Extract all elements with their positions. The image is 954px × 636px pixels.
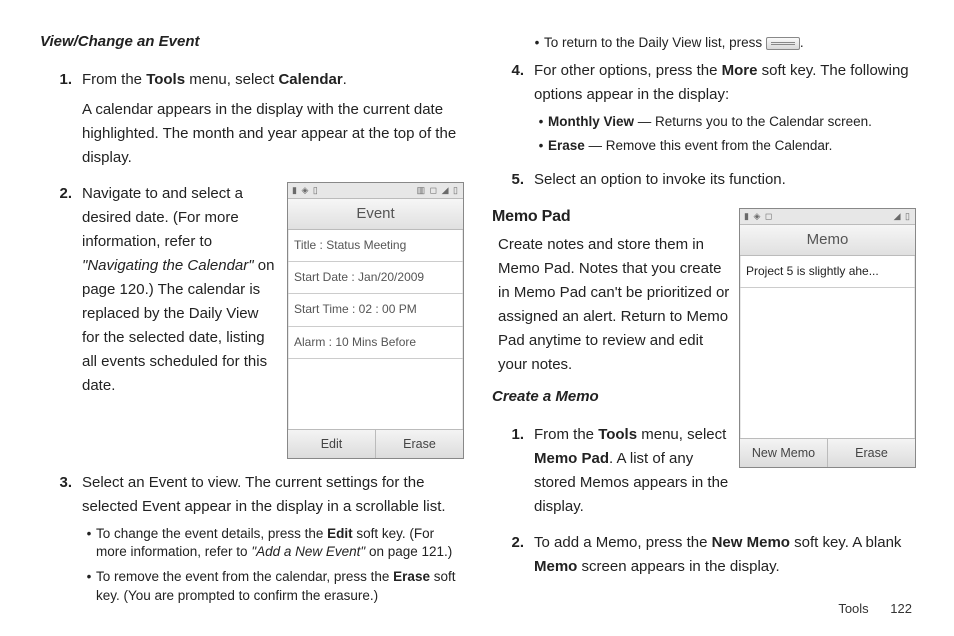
event-screenshot: ▮ ◈ ▯ ▥ ◻ ◢ ▯ Event Title : Status Meeti…: [287, 182, 464, 459]
memo-screenshot: ▮ ◈ ◻ ◢ ▯ Memo Project 5 is slightly ahe…: [739, 208, 916, 468]
softkey-edit: Edit: [288, 430, 376, 458]
manual-page: View/Change an Event 1. From the Tools m…: [0, 0, 954, 636]
battery-icon: ▥ ◻ ◢ ▯: [417, 183, 459, 197]
ok-key-icon: [766, 37, 800, 50]
footer-page-number: 122: [890, 601, 912, 616]
steps-right-cont: 4. For other options, press the More sof…: [492, 59, 916, 198]
phone-softkeys: New Memo Erase: [740, 438, 915, 467]
signal-icon: ▮ ◈ ◻: [744, 209, 773, 223]
step-text: For other options, press the More soft k…: [534, 59, 916, 107]
step-number: 3.: [40, 471, 82, 612]
memo-item-row: Project 5 is slightly ahe...: [740, 256, 915, 288]
softkey-erase: Erase: [376, 430, 463, 458]
footer-section: Tools: [838, 601, 868, 616]
step-number: 2.: [492, 531, 534, 585]
memo-step-2: 2. To add a Memo, press the New Memo sof…: [492, 531, 916, 585]
step-number: 1.: [492, 423, 534, 525]
bullet-erase: To remove the event from the calendar, p…: [82, 568, 464, 605]
step-number: 4.: [492, 59, 534, 162]
event-title-row: Title : Status Meeting: [288, 230, 463, 262]
battery-icon: ◢ ▯: [894, 209, 911, 223]
bullet-monthly-view: Monthly View — Returns you to the Calend…: [534, 113, 916, 132]
step-text: A calendar appears in the display with t…: [82, 98, 464, 170]
bullet-erase-option: Erase — Remove this event from the Calen…: [534, 137, 916, 156]
phone-title: Event: [288, 199, 463, 230]
step-text: From the Tools menu, select Memo Pad. A …: [534, 423, 731, 519]
step-3: 3. Select an Event to view. The current …: [40, 471, 464, 612]
step-text: Select an Event to view. The current set…: [82, 471, 464, 519]
right-column: To return to the Daily View list, press …: [492, 30, 916, 626]
memo-step-1: 1. From the Tools menu, select Memo Pad.…: [492, 423, 731, 525]
step-2: 2. ▮ ◈ ▯ ▥ ◻ ◢ ▯ Event Title : Status Me…: [40, 182, 464, 465]
steps-left: 1. From the Tools menu, select Calendar.…: [40, 68, 464, 611]
step-text: From the Tools menu, select Calendar.: [82, 68, 464, 92]
return-bullet: To return to the Daily View list, press …: [530, 34, 916, 53]
step-text: To add a Memo, press the New Memo soft k…: [534, 531, 916, 579]
step-text: Select an option to invoke its function.: [534, 168, 916, 192]
event-alarm-row: Alarm : 10 Mins Before: [288, 327, 463, 359]
bullet-return: To return to the Daily View list, press …: [530, 34, 916, 53]
page-footer: Tools 122: [838, 599, 912, 620]
event-starttime-row: Start Time : 02 : 00 PM: [288, 294, 463, 326]
phone-status-bar: ▮ ◈ ◻ ◢ ▯: [740, 209, 915, 225]
phone-softkeys: Edit Erase: [288, 429, 463, 458]
softkey-erase: Erase: [828, 439, 915, 467]
step4-bullets: Monthly View — Returns you to the Calend…: [534, 113, 916, 156]
step-number: 1.: [40, 68, 82, 176]
phone-status-bar: ▮ ◈ ▯ ▥ ◻ ◢ ▯: [288, 183, 463, 199]
phone-empty-area: [288, 359, 463, 429]
softkey-new-memo: New Memo: [740, 439, 828, 467]
event-startdate-row: Start Date : Jan/20/2009: [288, 262, 463, 294]
step-number: 2.: [40, 182, 82, 465]
step-1: 1. From the Tools menu, select Calendar.…: [40, 68, 464, 176]
bullet-edit: To change the event details, press the E…: [82, 525, 464, 562]
left-column: View/Change an Event 1. From the Tools m…: [40, 30, 464, 626]
phone-title: Memo: [740, 225, 915, 256]
phone-empty-area: [740, 288, 915, 438]
step-5: 5. Select an option to invoke its functi…: [492, 168, 916, 198]
signal-icon: ▮ ◈ ▯: [292, 183, 319, 197]
step3-bullets: To change the event details, press the E…: [82, 525, 464, 606]
subhead-view-change: View/Change an Event: [40, 30, 464, 54]
step-4: 4. For other options, press the More sof…: [492, 59, 916, 162]
step-number: 5.: [492, 168, 534, 198]
